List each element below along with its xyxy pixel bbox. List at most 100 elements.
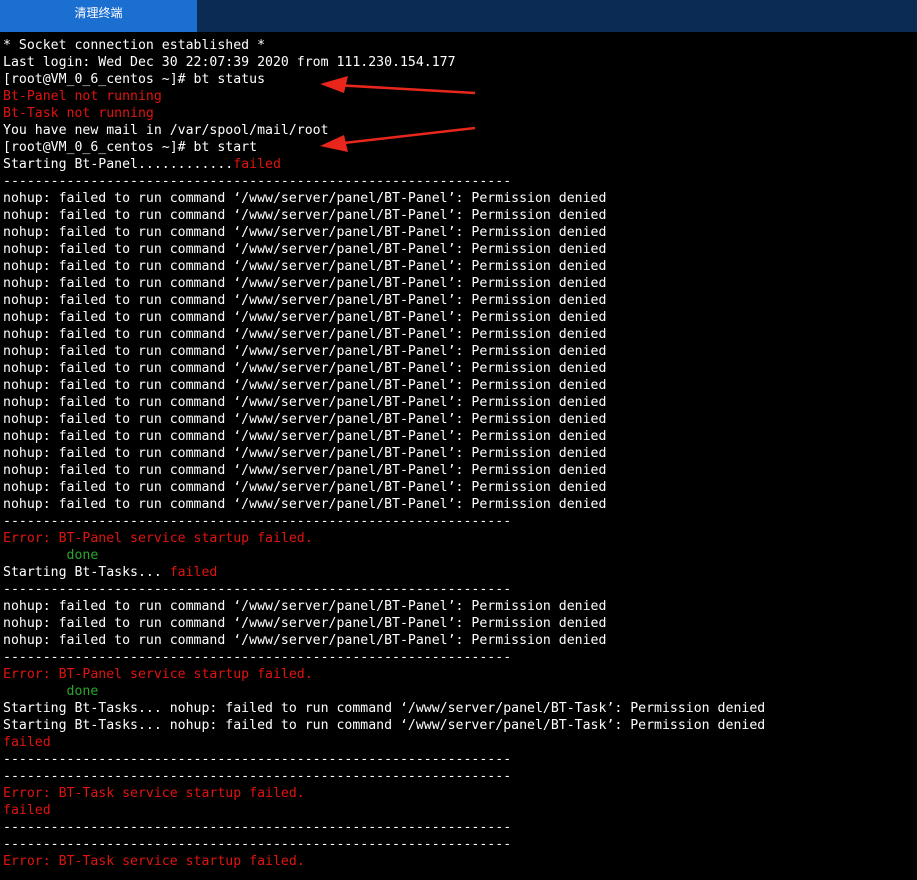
terminal-line: nohup: failed to run command ‘/www/serve… [3, 292, 606, 309]
terminal-text: nohup: failed to run command ‘/www/serve… [3, 327, 607, 342]
terminal-text: * Socket connection established * [3, 38, 266, 53]
terminal-text: nohup: failed to run command ‘/www/serve… [3, 395, 607, 410]
terminal-text: Last login: Wed Dec 30 22:07:39 2020 fro… [3, 55, 456, 70]
terminal-line: nohup: failed to run command ‘/www/serve… [3, 275, 606, 292]
terminal-line: [root@VM_0_6_centos ~]# bt start [3, 139, 257, 156]
terminal-line: nohup: failed to run command ‘/www/serve… [3, 411, 606, 428]
terminal-text: nohup: failed to run command ‘/www/serve… [3, 344, 607, 359]
terminal-text: nohup: failed to run command ‘/www/serve… [3, 361, 607, 376]
terminal-line: ----------------------------------------… [3, 513, 511, 530]
terminal-text: ----------------------------------------… [3, 582, 512, 597]
terminal-output[interactable]: * Socket connection established * Last lo… [0, 37, 917, 880]
terminal-text: [root@VM_0_6_centos ~]# bt status [3, 72, 266, 87]
terminal-line: nohup: failed to run command ‘/www/serve… [3, 258, 606, 275]
terminal-text: Starting Bt-Tasks... nohup: failed to ru… [3, 701, 766, 716]
terminal-line: ----------------------------------------… [3, 768, 511, 785]
terminal-text: ----------------------------------------… [3, 820, 512, 835]
terminal-text: Error: BT-Panel service startup failed. [3, 531, 313, 546]
terminal-text: ----------------------------------------… [3, 769, 512, 784]
terminal-text: done [66, 548, 99, 563]
terminal-line: ----------------------------------------… [3, 581, 511, 598]
terminal-text: Error: BT-Task service startup failed. [3, 786, 305, 801]
terminal-text: nohup: failed to run command ‘/www/serve… [3, 616, 607, 631]
terminal-line: nohup: failed to run command ‘/www/serve… [3, 445, 606, 462]
terminal-text: nohup: failed to run command ‘/www/serve… [3, 599, 607, 614]
terminal-line: nohup: failed to run command ‘/www/serve… [3, 394, 606, 411]
terminal-line: Bt-Task not running [3, 105, 154, 122]
terminal-line: [root@VM_0_6_centos ~]# bt status [3, 71, 265, 88]
terminal-text: nohup: failed to run command ‘/www/serve… [3, 259, 607, 274]
terminal-line: * Socket connection established * [3, 37, 265, 54]
terminal-line: nohup: failed to run command ‘/www/serve… [3, 615, 606, 632]
terminal-line: nohup: failed to run command ‘/www/serve… [3, 360, 606, 377]
terminal-text: Error: BT-Task service startup failed. [3, 854, 305, 869]
terminal-text: ----------------------------------------… [3, 752, 512, 767]
terminal-line: nohup: failed to run command ‘/www/serve… [3, 241, 606, 258]
terminal-text: Starting Bt-Tasks... [3, 565, 170, 580]
terminal-text: nohup: failed to run command ‘/www/serve… [3, 225, 607, 240]
terminal-line: nohup: failed to run command ‘/www/serve… [3, 309, 606, 326]
terminal-line: nohup: failed to run command ‘/www/serve… [3, 496, 606, 513]
terminal-text: done [66, 684, 99, 699]
terminal-text: ----------------------------------------… [3, 514, 512, 529]
terminal-text: nohup: failed to run command ‘/www/serve… [3, 480, 607, 495]
terminal-line: nohup: failed to run command ‘/www/serve… [3, 479, 606, 496]
terminal-text: failed [3, 803, 51, 818]
terminal-text: Starting Bt-Tasks... nohup: failed to ru… [3, 718, 766, 733]
terminal-line: nohup: failed to run command ‘/www/serve… [3, 343, 606, 360]
tab-bar: 清理终端 [0, 0, 917, 32]
terminal-text: failed [233, 157, 281, 172]
terminal-line: failed [3, 802, 51, 819]
terminal-text: Bt-Panel not running [3, 89, 162, 104]
terminal-text: failed [169, 565, 218, 580]
terminal-line: nohup: failed to run command ‘/www/serve… [3, 428, 606, 445]
terminal-text: nohup: failed to run command ‘/www/serve… [3, 293, 607, 308]
terminal-line: Bt-Panel not running [3, 88, 162, 105]
terminal-line: Starting Bt-Tasks... nohup: failed to ru… [3, 717, 765, 734]
terminal-line: Error: BT-Panel service startup failed. [3, 530, 313, 547]
terminal-line: ----------------------------------------… [3, 751, 511, 768]
terminal-line: nohup: failed to run command ‘/www/serve… [3, 207, 606, 224]
terminal-line: Starting Bt-Tasks... nohup: failed to ru… [3, 700, 765, 717]
terminal-text: nohup: failed to run command ‘/www/serve… [3, 463, 607, 478]
terminal-line: Error: BT-Task service startup failed. [3, 853, 305, 870]
terminal-line: nohup: failed to run command ‘/www/serve… [3, 377, 606, 394]
terminal-text: nohup: failed to run command ‘/www/serve… [3, 378, 607, 393]
terminal-text: Starting Bt-Panel............ [3, 157, 234, 172]
terminal-text: nohup: failed to run command ‘/www/serve… [3, 446, 607, 461]
terminal-line: ----------------------------------------… [3, 173, 511, 190]
terminal-line: nohup: failed to run command ‘/www/serve… [3, 598, 606, 615]
terminal-line: nohup: failed to run command ‘/www/serve… [3, 462, 606, 479]
terminal-text: nohup: failed to run command ‘/www/serve… [3, 310, 607, 325]
terminal-text: ----------------------------------------… [3, 174, 512, 189]
terminal-text: ----------------------------------------… [3, 650, 512, 665]
terminal-line: Starting Bt-Tasks... failed [3, 564, 217, 581]
terminal-text: nohup: failed to run command ‘/www/serve… [3, 429, 607, 444]
terminal-line: nohup: failed to run command ‘/www/serve… [3, 190, 606, 207]
terminal-line: You have new mail in /var/spool/mail/roo… [3, 122, 329, 139]
terminal-line: failed [3, 734, 51, 751]
terminal-line: ----------------------------------------… [3, 819, 511, 836]
terminal-line: Error: BT-Task service startup failed. [3, 785, 305, 802]
terminal-line: ----------------------------------------… [3, 649, 511, 666]
terminal-text: nohup: failed to run command ‘/www/serve… [3, 412, 607, 427]
clear-terminal-tab[interactable]: 清理终端 [0, 0, 197, 32]
terminal-line: done [3, 547, 99, 564]
terminal-line: ----------------------------------------… [3, 836, 511, 853]
terminal-text: nohup: failed to run command ‘/www/serve… [3, 242, 607, 257]
terminal-line: nohup: failed to run command ‘/www/serve… [3, 632, 606, 649]
terminal-text: nohup: failed to run command ‘/www/serve… [3, 497, 607, 512]
terminal-line: done [3, 683, 99, 700]
terminal-text: nohup: failed to run command ‘/www/serve… [3, 276, 607, 291]
terminal-text: Error: BT-Panel service startup failed. [3, 667, 313, 682]
terminal-line: Starting Bt-Panel............failed [3, 156, 281, 173]
terminal-text: nohup: failed to run command ‘/www/serve… [3, 191, 607, 206]
terminal-line: nohup: failed to run command ‘/www/serve… [3, 326, 606, 343]
terminal-text: You have new mail in /var/spool/mail/roo… [3, 123, 329, 138]
terminal-text: Bt-Task not running [3, 106, 154, 121]
terminal-text: ----------------------------------------… [3, 837, 512, 852]
terminal-line: Error: BT-Panel service startup failed. [3, 666, 313, 683]
terminal-text: [root@VM_0_6_centos ~]# bt start [3, 140, 258, 155]
